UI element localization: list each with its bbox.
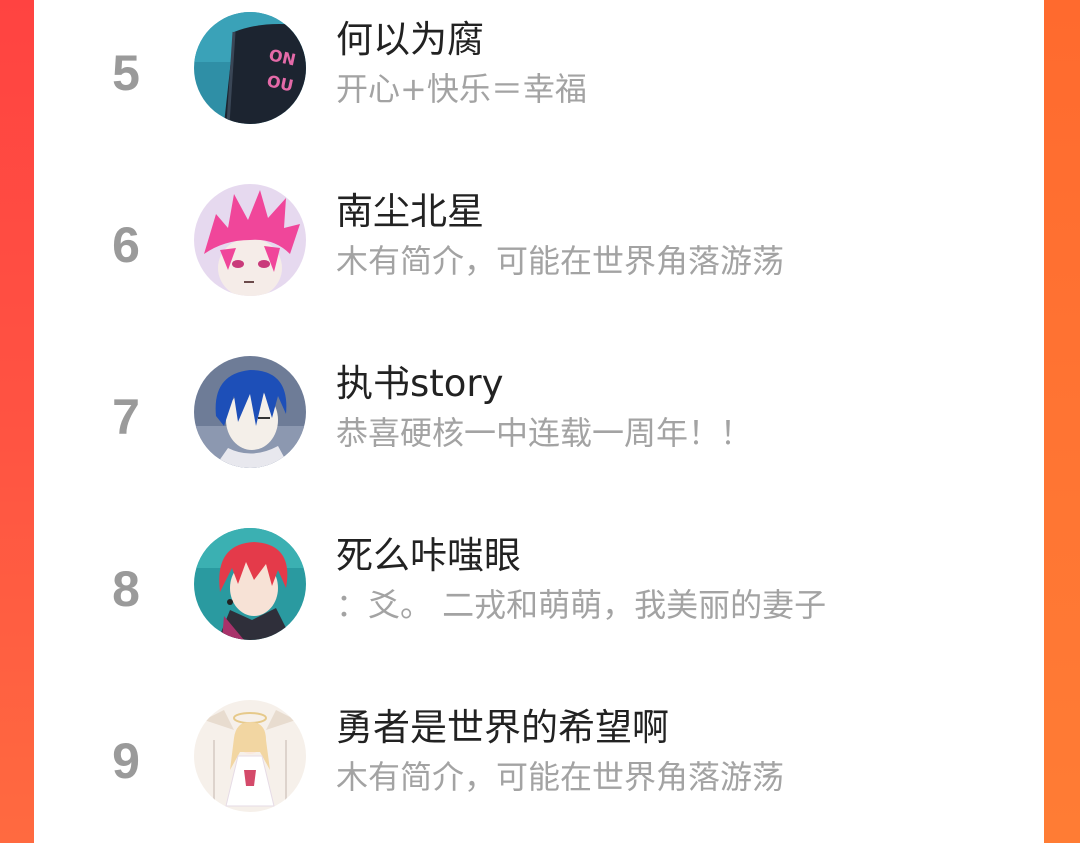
- rank-number: 8: [112, 561, 140, 617]
- ranking-list-item[interactable]: 7 执书story 恭喜硬核一中连载一周年！！: [34, 344, 1044, 516]
- user-avatar[interactable]: [194, 528, 306, 640]
- ranking-list: 5 ON OU 何以为腐 开心+快乐＝幸福 6 南尘北星 木有简介，可能在世界角…: [34, 0, 1044, 843]
- user-description: 开心+快乐＝幸福: [336, 70, 587, 108]
- user-description: ：爻。 二戎和萌萌，我美丽的妻子: [336, 586, 827, 624]
- user-avatar[interactable]: [194, 700, 306, 812]
- ranking-list-item[interactable]: 9 勇者是世界的希望啊 木有简介，可能在世界角落游荡: [34, 688, 1044, 843]
- user-name: 南尘北星: [336, 190, 484, 233]
- ranking-list-item[interactable]: 5 ON OU 何以为腐 开心+快乐＝幸福: [34, 0, 1044, 172]
- avatar-pink-hair-icon: [194, 184, 306, 296]
- user-avatar[interactable]: [194, 184, 306, 296]
- rank-number: 9: [112, 733, 140, 789]
- left-background-edge: [0, 0, 34, 843]
- user-avatar[interactable]: [194, 356, 306, 468]
- user-description: 恭喜硬核一中连载一周年！！: [336, 414, 753, 452]
- ranking-list-item[interactable]: 8 死么咔嗤眼 ：爻。 二戎和萌萌，我美丽的妻子: [34, 516, 1044, 688]
- avatar-angel-girl-icon: [194, 700, 306, 812]
- avatar-dark-shirt-icon: ON OU: [194, 12, 306, 124]
- rank-number: 7: [112, 389, 140, 445]
- user-description: 木有简介，可能在世界角落游荡: [336, 758, 785, 796]
- user-avatar[interactable]: ON OU: [194, 12, 306, 124]
- user-name: 勇者是世界的希望啊: [336, 706, 669, 749]
- rank-number: 5: [112, 45, 140, 101]
- avatar-red-hair-icon: [194, 528, 306, 640]
- user-name: 何以为腐: [336, 18, 484, 61]
- avatar-blue-hair-icon: [194, 356, 306, 468]
- right-background-edge: [1044, 0, 1080, 843]
- user-name: 死么咔嗤眼: [336, 534, 521, 577]
- ranking-list-item[interactable]: 6 南尘北星 木有简介，可能在世界角落游荡: [34, 172, 1044, 344]
- rank-number: 6: [112, 217, 140, 273]
- user-name: 执书story: [336, 362, 504, 405]
- user-description: 木有简介，可能在世界角落游荡: [336, 242, 785, 280]
